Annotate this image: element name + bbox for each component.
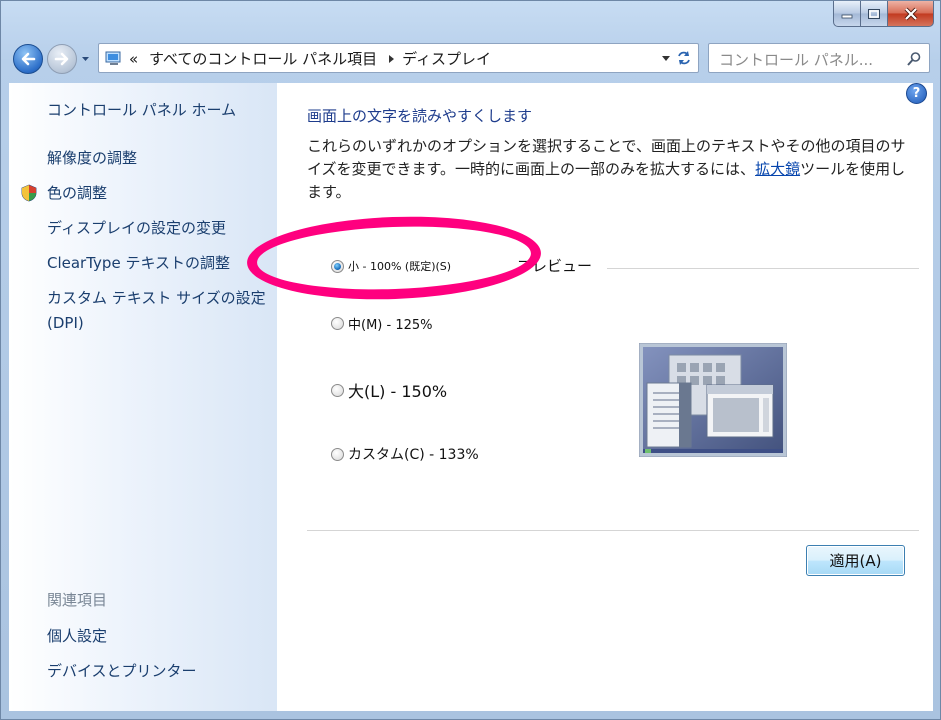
search-icon[interactable] xyxy=(906,51,922,71)
option-custom[interactable]: カスタム(C) - 133% xyxy=(331,444,479,464)
sidebar-item-dpi[interactable]: カスタム テキスト サイズの設定 (DPI) xyxy=(47,286,272,336)
address-dropdown-icon[interactable] xyxy=(662,56,670,61)
forward-button[interactable] xyxy=(47,44,77,74)
help-button[interactable]: ? xyxy=(906,83,927,104)
sidebar-related-devices[interactable]: デバイスとプリンター xyxy=(47,659,197,684)
minimize-button[interactable] xyxy=(833,1,861,27)
option-large[interactable]: 大(L) - 150% xyxy=(331,378,447,402)
magnifier-link[interactable]: 拡大鏡 xyxy=(755,160,800,178)
maximize-icon xyxy=(868,8,880,19)
back-button[interactable] xyxy=(13,44,43,74)
apply-button[interactable]: 適用(A) xyxy=(806,545,905,576)
radio-large[interactable] xyxy=(331,383,344,397)
breadcrumb-all-items[interactable]: すべてのコントロール パネル項目 xyxy=(149,50,377,68)
maximize-button[interactable] xyxy=(861,1,888,27)
search-input[interactable]: コントロール パネル... xyxy=(719,49,873,70)
sidebar-item-color[interactable]: 色の調整 xyxy=(47,181,107,206)
sidebar: コントロール パネル ホーム 解像度の調整 色の調整 ディスプレイの設定の変更 … xyxy=(9,83,277,711)
recent-pages-dropdown[interactable] xyxy=(81,55,90,65)
address-bar[interactable]: « すべてのコントロール パネル項目 ディスプレイ xyxy=(98,43,699,73)
bottom-divider xyxy=(307,530,919,531)
breadcrumb-overflow[interactable]: « xyxy=(129,50,138,68)
description: これらのいずれかのオプションを選択することで、画面上のテキストやその他の項目のサ… xyxy=(307,135,919,204)
refresh-icon[interactable] xyxy=(676,50,692,70)
option-custom-label: カスタム(C) - 133% xyxy=(348,447,479,463)
option-medium[interactable]: 中(M) - 125% xyxy=(331,314,432,333)
sidebar-related-personalize[interactable]: 個人設定 xyxy=(47,624,107,649)
title-buttons xyxy=(833,1,934,27)
radio-custom[interactable] xyxy=(331,447,344,461)
sidebar-home-link[interactable]: コントロール パネル ホーム xyxy=(47,98,236,123)
arrow-left-icon xyxy=(21,52,36,66)
control-panel-icon xyxy=(105,50,123,70)
page-title: 画面上の文字を読みやすくします xyxy=(307,107,533,125)
breadcrumb-separator-icon[interactable] xyxy=(389,55,395,63)
main-panel: ? 画面上の文字を読みやすくします これらのいずれかのオプションを選択することで… xyxy=(277,83,933,711)
preview-divider xyxy=(607,268,919,269)
related-title: 関連項目 xyxy=(47,591,108,609)
arrow-right-icon xyxy=(54,52,69,66)
minimize-icon xyxy=(841,14,853,18)
option-medium-label: 中(M) - 125% xyxy=(348,318,433,333)
close-button[interactable] xyxy=(888,1,934,27)
breadcrumb: « すべてのコントロール パネル項目 ディスプレイ xyxy=(129,48,497,69)
breadcrumb-display[interactable]: ディスプレイ xyxy=(402,50,491,68)
sidebar-item-display-settings[interactable]: ディスプレイの設定の変更 xyxy=(47,216,226,241)
option-large-label: 大(L) - 150% xyxy=(348,382,448,401)
window: « すべてのコントロール パネル項目 ディスプレイ コントロール パネル... コ… xyxy=(0,0,941,720)
search-box[interactable]: コントロール パネル... xyxy=(708,43,930,73)
sidebar-item-resolution[interactable]: 解像度の調整 xyxy=(47,146,137,171)
chevron-down-icon xyxy=(82,57,89,61)
close-icon xyxy=(904,7,917,20)
shield-icon xyxy=(21,184,37,206)
radio-medium[interactable] xyxy=(331,317,344,330)
sidebar-item-cleartype[interactable]: ClearType テキストの調整 xyxy=(47,251,230,276)
preview-image xyxy=(638,342,788,458)
